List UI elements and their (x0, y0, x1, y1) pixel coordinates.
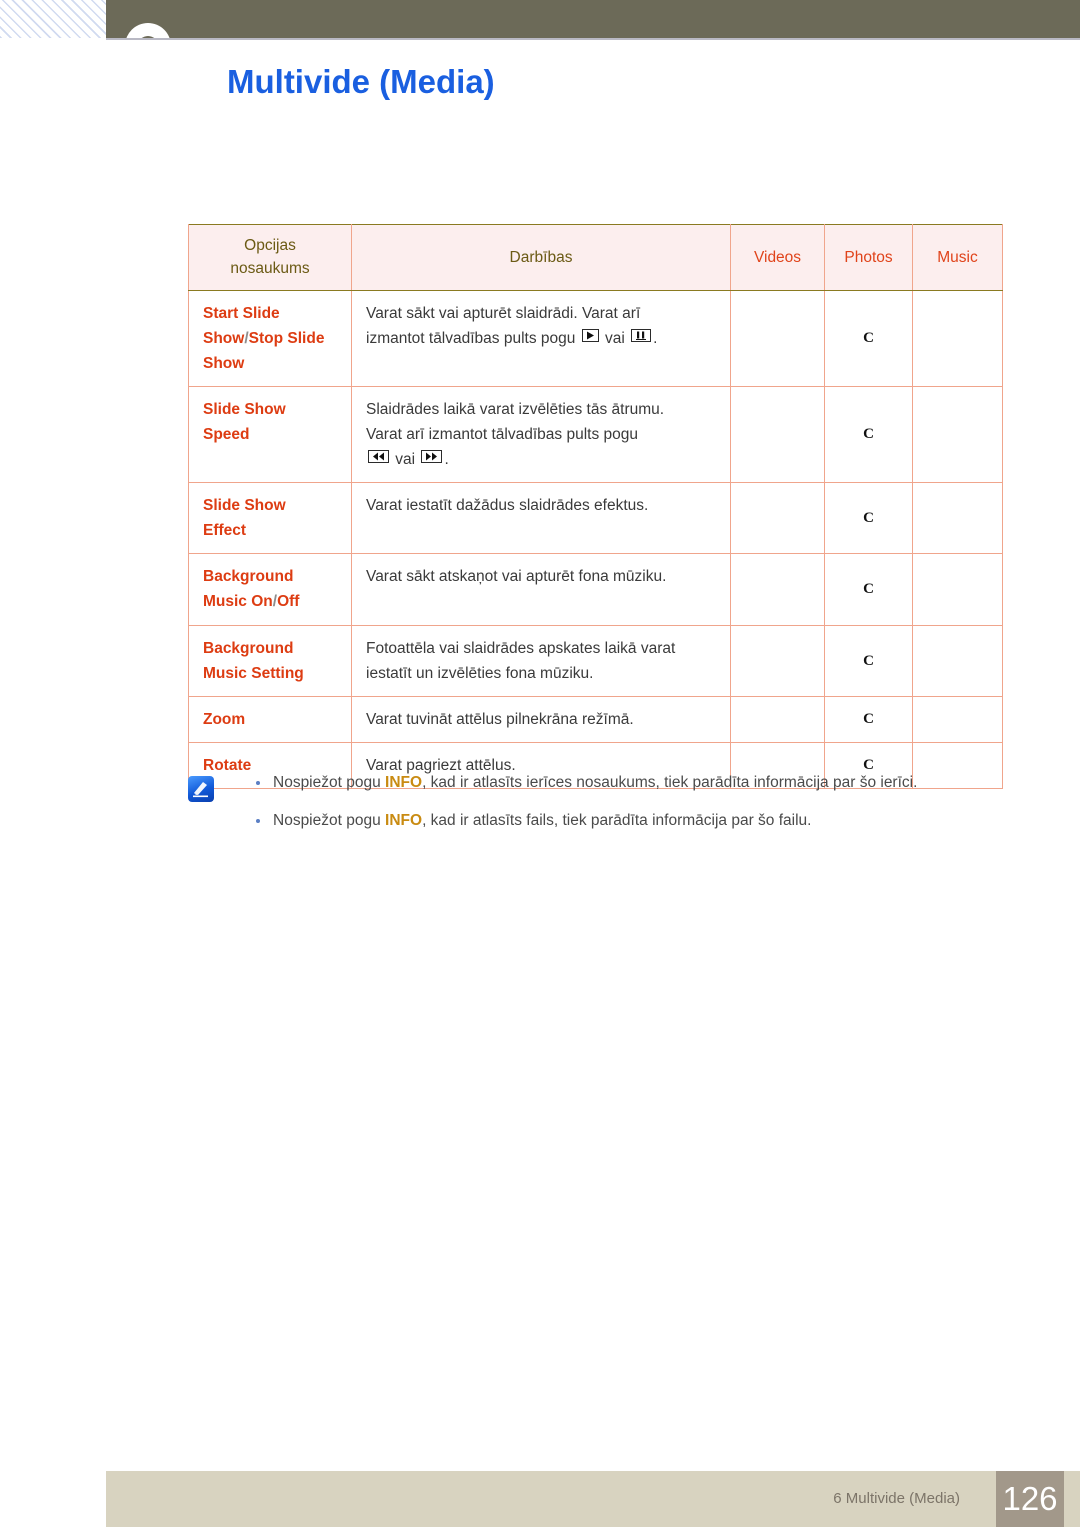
note-text-post: , kad ir atlasīts ierīces nosaukums, tie… (422, 774, 918, 791)
music-support-cell (912, 482, 1003, 555)
description-terminator: . (653, 329, 658, 347)
note-block: Nospiežot pogu INFO, kad ir atlasīts ier… (188, 772, 1002, 849)
table-row: Start Slide Show/Stop Slide Show Varat sāk… (188, 289, 1003, 387)
column-header-actions: Darbības (351, 224, 731, 291)
pause-icon (631, 328, 652, 342)
column-header-photos: Photos (824, 224, 913, 291)
photos-support-cell: C (824, 482, 913, 555)
option-description-cell: Varat tuvināt attēlus pilnekrāna režīmā. (351, 695, 731, 743)
photos-support-cell: C (824, 695, 913, 743)
play-icon (581, 328, 599, 342)
option-name-cell: Slide Show Speed (188, 385, 352, 484)
option-description-cell: Varat sākt vai apturēt slaidrādi. Varat … (351, 289, 731, 387)
description-line-2: izmantot tālvadības pults pogu (366, 329, 580, 347)
photos-support-cell: C (824, 289, 913, 387)
description-line-2: Varat arī izmantot tālvadības pults pogu (366, 425, 638, 443)
list-item: Nospiežot pogu INFO, kad ir atlasīts fai… (188, 810, 1002, 832)
description-line-1: Fotoattēla vai slaidrādes apskates laikā… (366, 639, 676, 657)
option-description-cell: Slaidrādes laikā varat izvēlēties tās āt… (351, 385, 731, 484)
description-line-1: Slaidrādes laikā varat izvēlēties tās āt… (366, 400, 665, 418)
music-support-cell (912, 553, 1003, 626)
info-button-keyword: INFO (385, 774, 423, 791)
music-support-cell (912, 385, 1003, 484)
footer-chapter-label: 6 Multivide (Media) (833, 1490, 960, 1507)
rewind-icon (368, 450, 389, 464)
photos-support-cell: C (824, 385, 913, 484)
corner-stripe-decoration (0, 0, 106, 38)
option-description-cell: Fotoattēla vai slaidrādes apskates laikā… (351, 624, 731, 697)
videos-support-cell (730, 695, 825, 743)
note-text-pre: Nospiežot pogu (273, 774, 386, 791)
fast-forward-icon (421, 450, 443, 464)
photos-support-cell: C (824, 553, 913, 626)
table-row: Zoom Varat tuvināt attēlus pilnekrāna re… (188, 695, 1003, 743)
videos-support-cell (730, 624, 825, 697)
column-header-videos: Videos (730, 224, 825, 291)
music-support-cell (912, 624, 1003, 697)
list-item: Nospiežot pogu INFO, kad ir atlasīts ier… (188, 772, 1002, 794)
note-list: Nospiežot pogu INFO, kad ir atlasīts ier… (188, 772, 1002, 833)
option-description-cell: Varat sākt atskaņot vai apturēt fona mūz… (351, 553, 731, 626)
column-header-music: Music (912, 224, 1003, 291)
option-name-cell: Slide Show Effect (188, 482, 352, 555)
videos-support-cell (730, 385, 825, 484)
table-row: Background Music On/Off Varat sākt atskaņ… (188, 553, 1003, 626)
note-text-post: , kad ir atlasīts fails, tiek parādīta i… (422, 812, 812, 830)
option-name-cell: Zoom (188, 695, 352, 743)
option-name-cell: Start Slide Show/Stop Slide Show (188, 289, 352, 387)
music-support-cell (912, 695, 1003, 743)
column-header-option-name: Opcijas nosaukums (188, 224, 352, 291)
info-button-keyword: INFO (385, 812, 423, 830)
header-rule (106, 38, 1080, 40)
note-text-pre: Nospiežot pogu (273, 812, 386, 830)
description-line-1: Varat sākt vai apturēt slaidrādi. Varat … (366, 304, 641, 322)
description-conjunction: vai (391, 451, 420, 469)
description-terminator: . (444, 451, 449, 469)
table-row: Background Music Setting Fotoattēla vai s… (188, 624, 1003, 697)
table-row: Slide Show Effect Varat iestatīt dažādus … (188, 482, 1003, 555)
column-header-line2: nosaukums (230, 260, 310, 278)
option-name-cell: Background Music Setting (188, 624, 352, 697)
description-line-2: iestatīt un izvēlēties fona mūziku. (366, 664, 594, 682)
music-support-cell (912, 289, 1003, 387)
footer-band: 6 Multivide (Media) 126 (106, 1471, 1080, 1527)
page-number: 126 (996, 1471, 1064, 1527)
description-conjunction: vai (600, 329, 630, 347)
column-header-line1: Opcijas (244, 237, 296, 254)
videos-support-cell (730, 482, 825, 555)
videos-support-cell (730, 289, 825, 387)
option-description-cell: Varat iestatīt dažādus slaidrādes efektu… (351, 482, 731, 555)
videos-support-cell (730, 553, 825, 626)
page-title: Multivide (Media) (227, 63, 495, 101)
option-name-cell: Background Music On/Off (188, 553, 352, 626)
table-header-row: Opcijas nosaukums Darbības Videos Photos… (188, 224, 1003, 291)
header-band (106, 0, 1080, 38)
media-options-table: Opcijas nosaukums Darbības Videos Photos… (188, 224, 1003, 790)
photos-support-cell: C (824, 624, 913, 697)
table-row: Slide Show Speed Slaidrādes laikā varat i… (188, 385, 1003, 484)
